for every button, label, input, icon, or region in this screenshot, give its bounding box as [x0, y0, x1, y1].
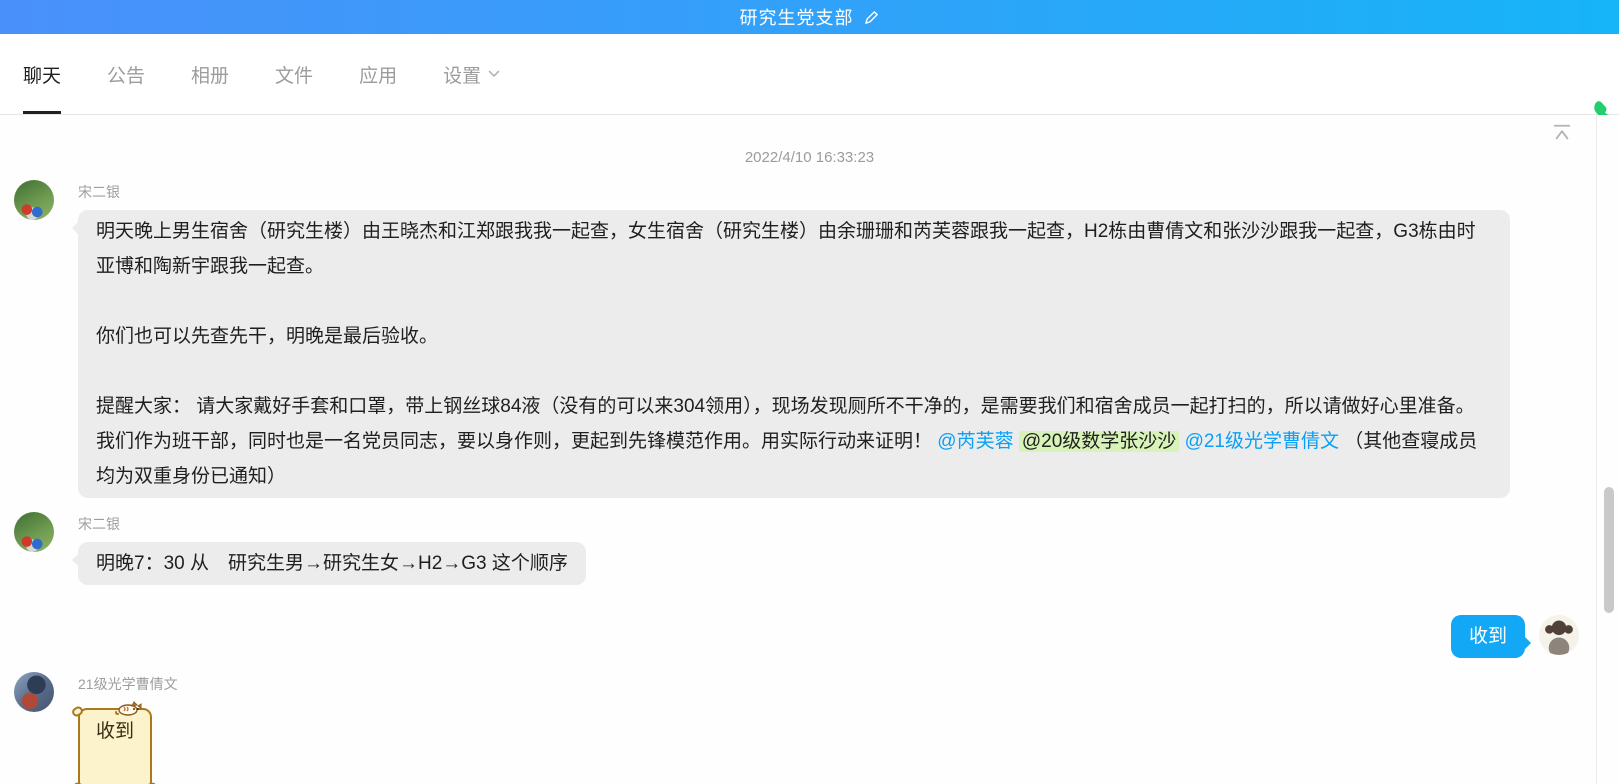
message-text: 明天晚上男生宿舍（研究生楼）由王晓杰和江郑跟我我一起查，女生宿舍（研究生楼）由余… [96, 221, 1476, 277]
avatar[interactable] [1539, 615, 1579, 655]
message-row: 21级光学曹倩文收到 [14, 672, 1579, 784]
message-bubble[interactable]: 明天晚上男生宿舍（研究生楼）由王晓杰和江郑跟我我一起查，女生宿舍（研究生楼）由余… [78, 210, 1510, 498]
message-text: 你们也可以先查先干，明晚是最后验收。 [96, 326, 438, 347]
qq-group-chat-window: { "header": { "title": "研究生党支部" }, "tabs… [0, 0, 1619, 784]
message-text: 明晚7：30 从 研究生男→研究生女→H2→G3 这个顺序 [96, 553, 568, 574]
tab-设置[interactable]: 设置 [443, 34, 500, 114]
message-bubble[interactable]: 收到 [78, 708, 152, 784]
avatar[interactable] [14, 180, 54, 220]
message-row: 宋二银明天晚上男生宿舍（研究生楼）由王晓杰和江郑跟我我一起查，女生宿舍（研究生楼… [14, 180, 1579, 498]
sender-name: 宋二银 [78, 182, 1510, 202]
window-titlebar: 研究生党支部 [0, 0, 1619, 34]
tab-bar: 聊天公告相册文件应用设置 [0, 34, 1619, 115]
group-title: 研究生党支部 [740, 4, 854, 30]
message-row: 收到 [14, 615, 1579, 658]
mention-link[interactable]: @20级数学张沙沙 [1019, 431, 1179, 452]
tab-应用[interactable]: 应用 [359, 34, 397, 114]
tab-聊天[interactable]: 聊天 [23, 34, 61, 114]
sender-name: 宋二银 [78, 514, 586, 534]
message-bubble[interactable]: 明晚7：30 从 研究生男→研究生女→H2→G3 这个顺序 [78, 542, 586, 585]
avatar[interactable] [14, 512, 54, 552]
mention-link[interactable]: @芮芙蓉 [937, 431, 1013, 452]
tab-文件[interactable]: 文件 [275, 34, 313, 114]
chevron-down-icon [488, 70, 500, 78]
timestamp: 2022/4/10 16:33:23 [0, 149, 1619, 166]
mention-link[interactable]: @21级光学曹倩文 [1185, 431, 1339, 452]
message-text: 收到 [1469, 626, 1507, 647]
tab-公告[interactable]: 公告 [107, 34, 145, 114]
scrollbar-thumb[interactable] [1604, 487, 1614, 613]
edit-pencil-icon[interactable] [863, 9, 880, 26]
scroll-to-top-icon[interactable] [1551, 123, 1573, 146]
message-bubble[interactable]: 收到 [1451, 615, 1525, 658]
chat-message-area: 2022/4/10 16:33:23 宋二银明天晚上男生宿舍（研究生楼）由王晓杰… [0, 115, 1619, 784]
avatar[interactable] [14, 672, 54, 712]
tab-相册[interactable]: 相册 [191, 34, 229, 114]
message-row: 宋二银明晚7：30 从 研究生男→研究生女→H2→G3 这个顺序 [14, 512, 1579, 585]
bubble-paw-decoration [70, 705, 84, 718]
message-list: 宋二银明天晚上男生宿舍（研究生楼）由王晓杰和江郑跟我我一起查，女生宿舍（研究生楼… [0, 180, 1619, 784]
scrollbar[interactable] [1597, 115, 1619, 784]
cat-icon [112, 697, 142, 725]
sender-name: 21级光学曹倩文 [78, 674, 178, 694]
